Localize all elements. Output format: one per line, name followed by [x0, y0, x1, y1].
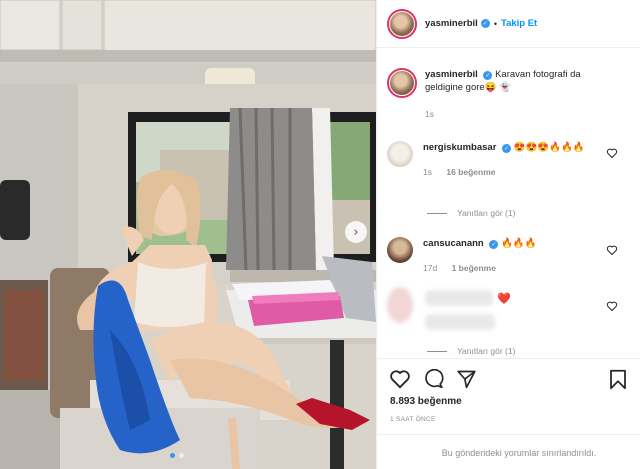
action-icons	[389, 369, 477, 389]
view-replies-label: Yanıtları gör (1)	[457, 346, 516, 356]
view-replies[interactable]: Yanıtları gör (1)	[427, 208, 515, 218]
comment-time: 1s	[423, 167, 432, 177]
header-username[interactable]: yasminerbil	[425, 18, 478, 29]
heart-icon[interactable]	[606, 244, 618, 256]
avatar[interactable]	[387, 8, 417, 39]
comment-icon[interactable]	[423, 369, 444, 389]
heart-icon[interactable]	[606, 300, 618, 312]
caption-time: 1s	[425, 109, 434, 119]
caption: yasminerbil ✓ Karavan fotografi da geldi…	[387, 68, 605, 121]
post-time: 1 SAAT ÖNCE	[390, 416, 436, 423]
blurred-username	[425, 290, 493, 306]
carousel-dot	[179, 453, 184, 458]
chevron-right-icon[interactable]: ›	[345, 221, 367, 243]
bookmark-icon[interactable]	[609, 369, 627, 390]
comment: cansucanann ✓ 🔥🔥🔥 17d 1 beğenme	[387, 237, 603, 275]
comment-username[interactable]: cansucanann	[423, 238, 484, 249]
comment-time: 17d	[423, 263, 438, 273]
carousel-dot	[170, 453, 175, 458]
comment-avatar[interactable]	[387, 287, 413, 323]
post-modal: › yasminerbil ✓ • Takip Et yasminerbil ✓…	[0, 0, 640, 469]
share-icon[interactable]	[456, 369, 477, 389]
carousel-dots	[170, 453, 184, 458]
comment-avatar[interactable]	[387, 141, 413, 167]
separator: •	[493, 18, 497, 29]
comment-meta: 17d 1 beğenme	[423, 262, 603, 275]
heart-icon[interactable]	[606, 147, 618, 159]
comment-avatar[interactable]	[387, 237, 413, 263]
verified-icon: ✓	[502, 144, 512, 153]
caption-username[interactable]: yasminerbil	[425, 69, 478, 80]
heart-icon[interactable]	[389, 369, 411, 389]
post-header: yasminerbil ✓ • Takip Et	[377, 0, 640, 48]
verified-icon: ✓	[489, 240, 499, 249]
comments-restricted-notice: Bu gönderideki yorumlar sınırlandırıldı.	[377, 434, 640, 469]
verified-icon: ✓	[483, 71, 493, 80]
post-actions: 8.893 beğenme 1 SAAT ÖNCE Bu gönderideki…	[377, 358, 640, 458]
comment-likes[interactable]: 1 beğenme	[452, 263, 496, 273]
comment-text: 🔥🔥🔥	[501, 238, 537, 249]
comment-username[interactable]: nergiskumbasar	[423, 142, 496, 153]
photo-illustration	[0, 0, 376, 469]
comment-meta: 1s 16 beğenme	[423, 166, 603, 179]
verified-icon: ✓	[480, 19, 490, 28]
comment: nergiskumbasar ✓ 😍😍😍🔥🔥🔥 1s 16 beğenme	[387, 141, 603, 179]
blurred-meta	[425, 314, 495, 330]
comment-text: ❤️	[497, 293, 511, 305]
view-replies[interactable]: Yanıtları gör (1)	[427, 346, 515, 356]
post-sidebar: yasminerbil ✓ • Takip Et yasminerbil ✓ K…	[376, 0, 640, 469]
post-photo[interactable]: ›	[0, 0, 376, 469]
comment-text: 😍😍😍🔥🔥🔥	[513, 142, 585, 153]
likes-count[interactable]: 8.893 beğenme	[390, 396, 462, 407]
comment-likes[interactable]: 16 beğenme	[446, 167, 495, 177]
caption-avatar[interactable]	[387, 68, 417, 98]
follow-button[interactable]: Takip Et	[501, 18, 537, 29]
view-replies-label: Yanıtları gör (1)	[457, 208, 516, 218]
